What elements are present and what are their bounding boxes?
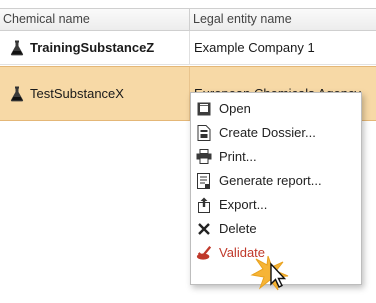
chemical-name: TrainingSubstanceZ [30,40,155,55]
menu-item-label: Export... [219,197,268,212]
substance-flask-icon [10,86,24,101]
column-header-chemical-name[interactable]: Chemical name [0,9,190,30]
legal-entity-cell[interactable]: Example Company 1 [190,31,376,64]
chemical-name-cell[interactable]: TestSubstanceX [0,67,190,120]
menu-item-label: Delete [219,221,257,236]
menu-item-label: Open [219,101,251,116]
table-header: Chemical name Legal entity name [0,8,376,31]
table-row[interactable]: TrainingSubstanceZ Example Company 1 [0,31,376,65]
printer-icon [196,149,212,165]
menu-item-delete[interactable]: Delete [191,217,361,240]
menu-item-open[interactable]: Open [191,97,361,120]
column-header-legal-entity-name[interactable]: Legal entity name [190,9,376,30]
substance-flask-icon [10,40,24,55]
menu-item-label: Generate report... [219,173,322,188]
export-icon [196,197,212,213]
report-icon [196,172,212,189]
menu-item-print[interactable]: Print... [191,145,361,168]
menu-item-label: Print... [219,149,257,164]
menu-item-create-dossier[interactable]: Create Dossier... [191,121,361,144]
open-icon [196,101,212,117]
menu-item-label: Create Dossier... [219,125,316,140]
menu-item-generate-report[interactable]: Generate report... [191,169,361,192]
create-dossier-icon [196,124,212,141]
chemical-name: TestSubstanceX [30,86,124,101]
menu-item-export[interactable]: Export... [191,193,361,216]
chemical-name-cell[interactable]: TrainingSubstanceZ [0,31,190,64]
legal-entity-name: Example Company 1 [194,40,315,55]
delete-x-icon [196,221,212,237]
validate-checkmark-icon [196,245,212,261]
mouse-pointer-click-icon [250,255,289,291]
